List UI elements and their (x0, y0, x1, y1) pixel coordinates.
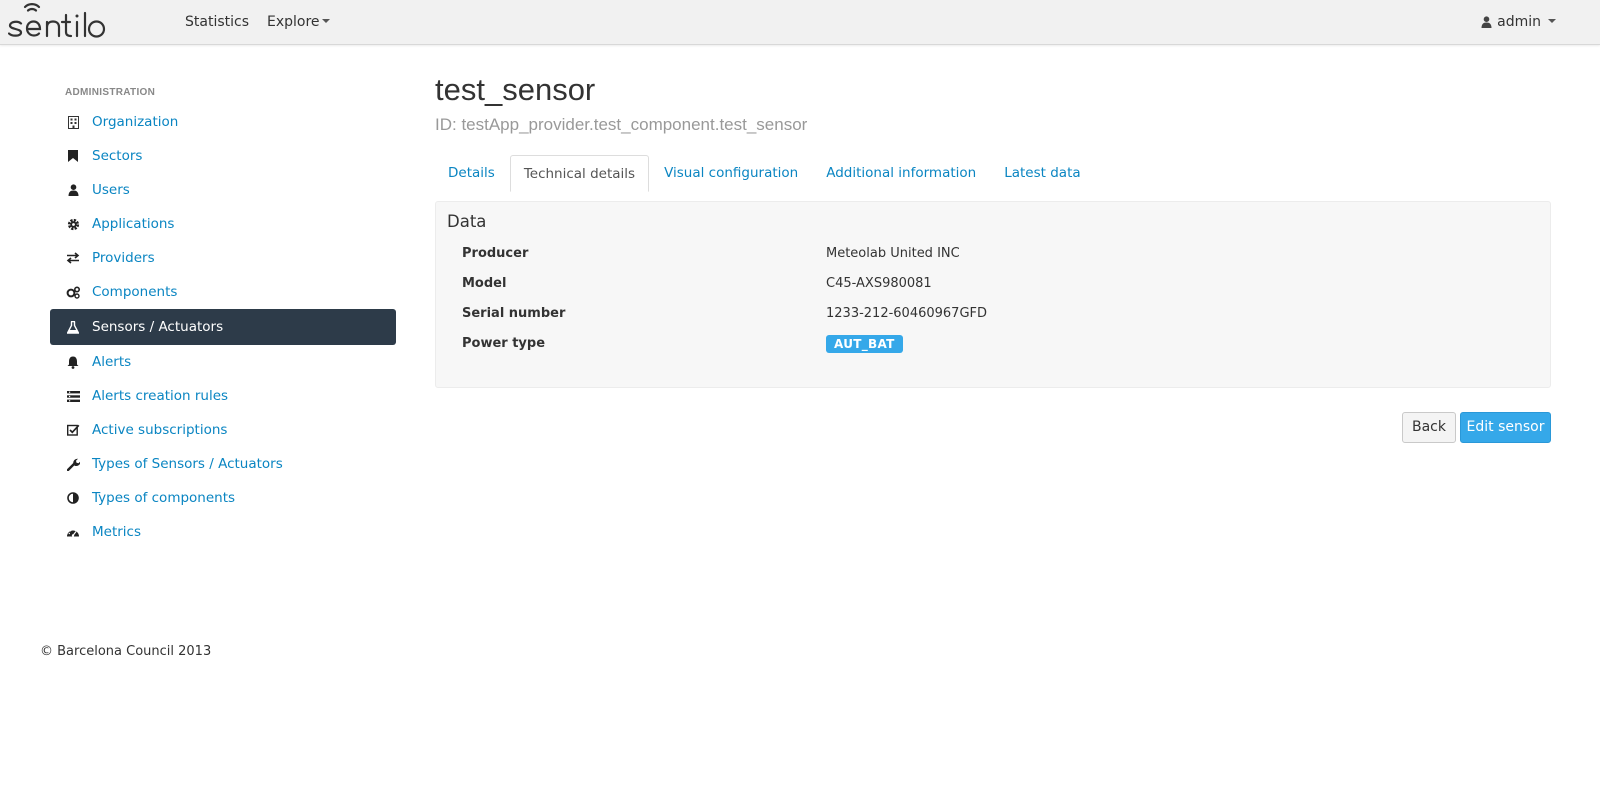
tab-bar: Details Technical details Visual configu… (435, 155, 1551, 192)
gear-icon (66, 217, 80, 231)
exchange-icon (66, 251, 80, 265)
tab-visual-configuration[interactable]: Visual configuration (651, 155, 811, 192)
main-content: test_sensor ID: testApp_provider.test_co… (435, 70, 1551, 443)
row-label: Power type (462, 336, 546, 351)
nav-statistics[interactable]: Statistics (185, 14, 249, 30)
row-label: Serial number (462, 306, 566, 321)
sidebar-item-label: Types of Sensors / Actuators (92, 456, 283, 472)
user-icon (1481, 16, 1492, 28)
data-row-producer: Producer Meteolab United INC (462, 243, 1542, 265)
nav-explore[interactable]: Explore (267, 14, 330, 30)
bookmark-icon (66, 149, 80, 163)
footer-copyright: © Barcelona Council 2013 (40, 644, 212, 659)
sidebar-item-applications[interactable]: Applications (50, 207, 396, 241)
back-button[interactable]: Back (1402, 412, 1456, 443)
sidebar-item-alerts-creation-rules[interactable]: Alerts creation rules (50, 379, 396, 413)
row-label: Model (462, 276, 507, 291)
caret-down-icon (1548, 19, 1556, 23)
sidebar-item-label: Active subscriptions (92, 422, 228, 438)
building-icon (66, 115, 80, 129)
top-navbar: Statistics Explore admin (0, 0, 1600, 45)
nav-explore-label: Explore (267, 14, 320, 30)
row-value: 1233-212-60460967GFD (826, 306, 988, 321)
sidebar-item-providers[interactable]: Providers (50, 241, 396, 275)
gears-icon (66, 285, 80, 299)
check-square-icon (66, 423, 80, 437)
sidebar-item-label: Users (92, 182, 130, 198)
page-subtitle: ID: testApp_provider.test_component.test… (435, 115, 808, 134)
sidebar-item-types-of-sensors[interactable]: Types of Sensors / Actuators (50, 447, 396, 481)
sidebar-item-users[interactable]: Users (50, 173, 396, 207)
sidebar-header: ADMINISTRATION (65, 87, 156, 98)
sidebar-item-sectors[interactable]: Sectors (50, 139, 396, 173)
admin-sidebar: ADMINISTRATION Organization Sectors User… (50, 80, 396, 549)
sidebar-item-label: Providers (92, 250, 155, 266)
page-title: test_sensor (435, 72, 596, 107)
data-row-serial-number: Serial number 1233-212-60460967GFD (462, 303, 1542, 325)
sidebar-item-label: Applications (92, 216, 175, 232)
row-value: Meteolab United INC (826, 246, 960, 261)
sidebar-item-metrics[interactable]: Metrics (50, 515, 396, 549)
row-label: Producer (462, 246, 529, 261)
wrench-icon (66, 457, 80, 471)
sidebar-item-label: Sectors (92, 148, 143, 164)
user-name: admin (1497, 14, 1541, 30)
dashboard-icon (66, 525, 80, 539)
tab-latest-data[interactable]: Latest data (991, 155, 1093, 192)
sidebar-item-alerts[interactable]: Alerts (50, 345, 396, 379)
tab-details[interactable]: Details (435, 155, 508, 192)
panel-title: Data (447, 212, 487, 231)
sentilo-logo[interactable] (8, 2, 144, 40)
sidebar-item-label: Alerts creation rules (92, 388, 229, 404)
half-circle-icon (66, 491, 80, 505)
edit-sensor-button[interactable]: Edit sensor (1460, 412, 1551, 443)
list-icon (66, 389, 80, 403)
sidebar-item-components[interactable]: Components (50, 275, 396, 309)
sidebar-item-label: Components (92, 284, 178, 300)
power-type-badge: AUT_BAT (826, 335, 903, 353)
tab-technical-details[interactable]: Technical details (509, 155, 650, 192)
data-row-model: Model C45-AXS980081 (462, 273, 1542, 295)
bell-icon (66, 355, 80, 369)
user-menu[interactable]: admin (1481, 14, 1556, 30)
sidebar-item-label: Organization (92, 114, 179, 130)
sidebar-item-active-subscriptions[interactable]: Active subscriptions (50, 413, 396, 447)
row-value: C45-AXS980081 (826, 276, 932, 291)
tab-additional-information[interactable]: Additional information (813, 155, 989, 192)
sidebar-item-organization[interactable]: Organization (50, 105, 396, 139)
flask-icon (66, 320, 80, 334)
sidebar-item-label: Types of components (92, 490, 236, 506)
sidebar-item-sensors-actuators[interactable]: Sensors / Actuators (50, 309, 396, 345)
sidebar-item-label: Sensors / Actuators (92, 319, 224, 335)
caret-down-icon (321, 19, 330, 23)
data-row-power-type: Power type AUT_BAT (462, 333, 1542, 355)
technical-data-panel: Data Producer Meteolab United INC Model … (435, 201, 1551, 388)
sidebar-item-label: Alerts (92, 354, 132, 370)
sidebar-item-types-of-components[interactable]: Types of components (50, 481, 396, 515)
user-icon (66, 183, 80, 197)
sidebar-item-label: Metrics (92, 524, 142, 540)
